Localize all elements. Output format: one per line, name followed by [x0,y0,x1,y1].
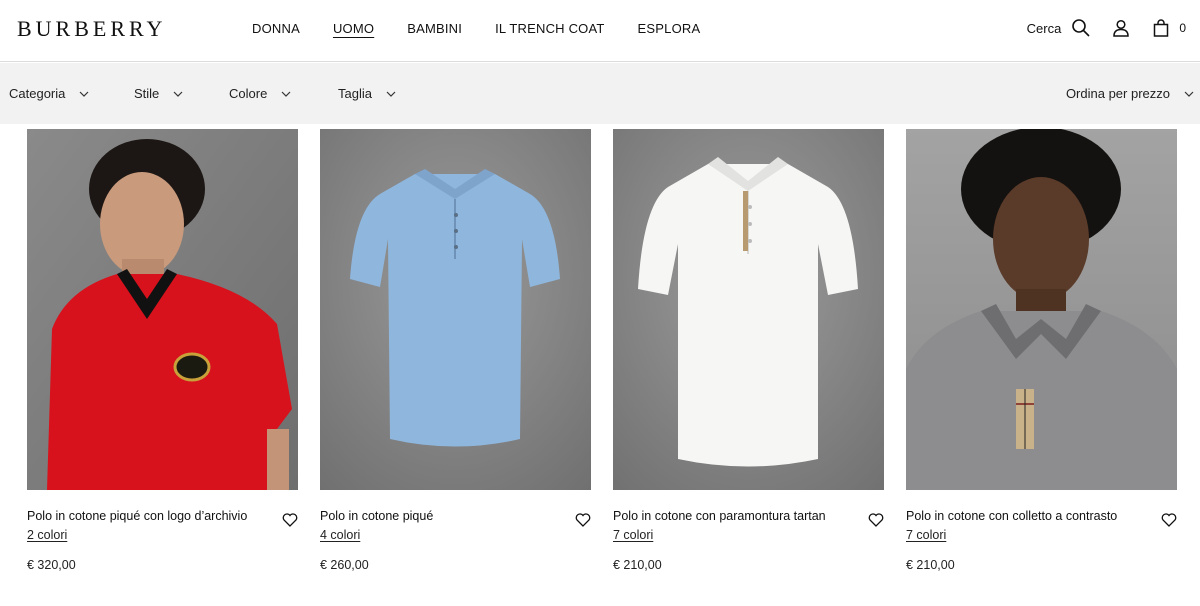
filter-style-label: Stile [134,86,160,101]
nav-item-bambini[interactable]: BAMBINI [407,21,462,36]
account-icon[interactable] [1111,18,1131,38]
product-card[interactable]: Polo in cotone piqué 4 colori € 260,00 [320,129,591,572]
header-tools: Cerca 0 [1027,18,1186,38]
filter-color[interactable]: Colore [229,86,291,101]
nav-item-donna[interactable]: DONNA [252,21,300,36]
product-image[interactable] [320,129,591,490]
product-colors-link[interactable]: 7 colori [613,528,653,542]
wishlist-heart-icon[interactable] [575,512,591,528]
nav-item-esplora[interactable]: ESPLORA [638,21,701,36]
product-image[interactable] [613,129,884,490]
product-colors-link[interactable]: 7 colori [906,528,946,542]
product-card[interactable]: Polo in cotone con paramontura tartan 7 … [613,129,884,572]
brand-logo[interactable]: BURBERRY [17,16,166,42]
nav-item-trench-coat[interactable]: IL TRENCH COAT [495,21,604,36]
nav-item-uomo[interactable]: UOMO [333,21,374,36]
filter-size[interactable]: Taglia [338,86,396,101]
product-price: € 210,00 [613,558,662,572]
chevron-down-icon [79,91,89,97]
main-nav: DONNA UOMO BAMBINI IL TRENCH COAT ESPLOR… [252,21,733,36]
filter-category-label: Categoria [9,86,66,101]
sort-label: Ordina per prezzo [1065,86,1170,101]
bag-icon[interactable] [1151,18,1171,38]
product-card[interactable]: Polo in cotone con colletto a contrasto … [906,129,1177,572]
product-price: € 210,00 [906,558,955,572]
filter-category[interactable]: Categoria [9,86,89,101]
sort-dropdown[interactable]: Ordina per prezzo [1066,86,1194,101]
wishlist-heart-icon[interactable] [282,512,298,528]
bag-count: 0 [1179,21,1186,35]
product-name[interactable]: Polo in cotone con colletto a contrasto [906,509,1117,523]
wishlist-heart-icon[interactable] [868,512,884,528]
product-colors-link[interactable]: 4 colori [320,528,360,542]
product-image[interactable] [27,129,298,490]
product-image[interactable] [906,129,1177,490]
product-price: € 320,00 [27,558,76,572]
wishlist-heart-icon[interactable] [1161,512,1177,528]
product-card[interactable]: Polo in cotone piqué con logo d’archivio… [27,129,298,572]
filter-size-label: Taglia [338,86,372,101]
filter-style[interactable]: Stile [134,86,183,101]
chevron-down-icon [386,91,396,97]
product-name[interactable]: Polo in cotone con paramontura tartan [613,509,826,523]
chevron-down-icon [173,91,183,97]
site-header: BURBERRY DONNA UOMO BAMBINI IL TRENCH CO… [0,0,1200,62]
product-name[interactable]: Polo in cotone piqué [320,509,433,523]
filter-bar: Categoria Stile Colore Taglia Ordina per… [0,63,1200,124]
product-name[interactable]: Polo in cotone piqué con logo d’archivio [27,509,247,523]
chevron-down-icon [281,91,291,97]
product-price: € 260,00 [320,558,369,572]
search-label[interactable]: Cerca [1027,21,1062,36]
chevron-down-icon [1184,91,1194,97]
product-colors-link[interactable]: 2 colori [27,528,67,542]
search-icon[interactable] [1071,18,1091,38]
filter-color-label: Colore [229,86,268,101]
